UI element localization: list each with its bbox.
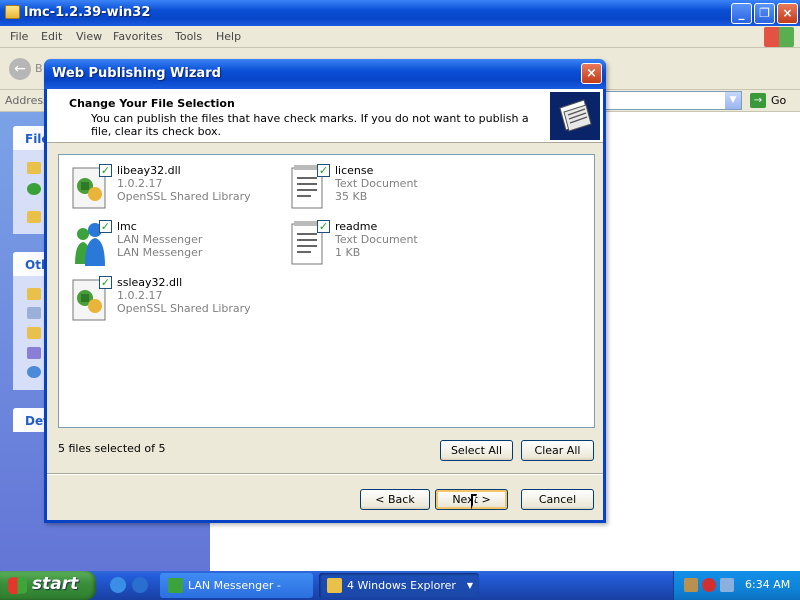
file-name: readme	[335, 220, 378, 233]
task-label: 4 Windows Explorer	[347, 579, 456, 592]
file-checkbox[interactable]: ✓	[99, 276, 112, 289]
menu-favorites[interactable]: Favorites	[113, 30, 163, 43]
dialog-title: Web Publishing Wizard	[52, 66, 221, 81]
computer-icon[interactable]	[27, 347, 41, 359]
list-item[interactable]: ✓ readme Text Document 1 KB	[289, 220, 499, 274]
back-button[interactable]: < Back	[360, 489, 430, 510]
file-version: 1.0.2.17	[117, 289, 163, 302]
list-item[interactable]: ✓ lmc LAN Messenger LAN Messenger	[71, 220, 281, 274]
minimize-button[interactable]: _	[731, 3, 752, 24]
dialog-titlebar[interactable]: Web Publishing Wizard ×	[44, 59, 606, 89]
clock[interactable]: 6:34 AM	[745, 578, 790, 591]
select-all-button[interactable]: Select All	[440, 440, 513, 461]
back-arrow-icon[interactable]: ←	[9, 58, 31, 80]
file-name: license	[335, 164, 374, 177]
file-version: LAN Messenger	[117, 233, 203, 246]
system-tray: 6:34 AM	[673, 571, 800, 600]
page-heading: Change Your File Selection	[69, 97, 235, 110]
back-label[interactable]: B	[35, 62, 43, 75]
file-checkbox[interactable]: ✓	[99, 220, 112, 233]
documents-icon[interactable]	[27, 307, 41, 319]
dialog-header: Change Your File Selection You can publi…	[47, 89, 603, 143]
network-icon[interactable]	[684, 578, 698, 592]
web-publishing-wizard-dialog: Web Publishing Wizard × Change Your File…	[44, 59, 606, 523]
list-item[interactable]: ✓ license Text Document 35 KB	[289, 164, 499, 218]
windows-logo-icon	[764, 27, 794, 47]
file-checkbox[interactable]: ✓	[317, 220, 330, 233]
task-windows-explorer[interactable]: 4 Windows Explorer ▼	[319, 573, 479, 598]
menu-bar: File Edit View Favorites Tools Help	[0, 26, 800, 48]
menu-edit[interactable]: Edit	[41, 30, 62, 43]
file-list[interactable]: ✓ libeay32.dll 1.0.2.17 OpenSSL Shared L…	[58, 154, 595, 428]
file-size: 35 KB	[335, 190, 368, 203]
start-button[interactable]: start	[0, 571, 96, 600]
page-description: You can publish the files that have chec…	[91, 112, 529, 138]
file-checkbox[interactable]: ✓	[99, 164, 112, 177]
explorer-titlebar[interactable]: lmc-1.2.39-win32 _ ❐ ×	[0, 0, 800, 26]
folder-icon[interactable]	[27, 288, 41, 300]
taskbar: start LAN Messenger - free... 4 Windows …	[0, 571, 800, 600]
security-shield-icon[interactable]	[702, 578, 716, 592]
close-icon[interactable]: ×	[581, 63, 602, 84]
volume-icon[interactable]	[720, 578, 734, 592]
go-arrow-icon[interactable]: →	[750, 93, 766, 108]
list-item[interactable]: ✓ libeay32.dll 1.0.2.17 OpenSSL Shared L…	[71, 164, 281, 218]
address-input[interactable]: ▼	[600, 91, 742, 110]
divider	[47, 473, 603, 475]
file-name: ssleay32.dll	[117, 276, 183, 289]
close-button[interactable]: ×	[777, 3, 798, 24]
list-item[interactable]: ✓ ssleay32.dll 1.0.2.17 OpenSSL Shared L…	[71, 276, 281, 330]
menu-file[interactable]: File	[10, 30, 28, 43]
folder-icon[interactable]	[27, 211, 41, 223]
maximize-button[interactable]: ❐	[754, 3, 775, 24]
file-description: LAN Messenger	[117, 246, 203, 259]
network-icon[interactable]	[27, 366, 41, 378]
folder-icon[interactable]	[27, 162, 41, 174]
menu-view[interactable]: View	[76, 30, 102, 43]
folder-icon[interactable]	[27, 327, 41, 339]
file-type: Text Document	[335, 233, 418, 246]
file-name: lmc	[117, 220, 137, 233]
cancel-button[interactable]: Cancel	[521, 489, 594, 510]
file-version: 1.0.2.17	[117, 177, 163, 190]
address-label: Address	[5, 94, 49, 107]
file-type: Text Document	[335, 177, 418, 190]
file-name: libeay32.dll	[117, 164, 181, 177]
printer-documents-icon	[550, 92, 600, 140]
file-description: OpenSSL Shared Library	[117, 190, 251, 203]
start-label: start	[32, 574, 79, 594]
explorer-title: lmc-1.2.39-win32	[24, 5, 151, 20]
windows-logo-icon	[8, 576, 27, 595]
chevron-down-icon[interactable]: ▼	[725, 92, 741, 109]
clear-all-button[interactable]: Clear All	[521, 440, 594, 461]
folder-icon	[5, 5, 20, 19]
task-label: LAN Messenger - free...	[188, 579, 281, 592]
go-button[interactable]: Go	[771, 94, 786, 107]
chevron-down-icon[interactable]: ▼	[467, 573, 473, 598]
selection-status: 5 files selected of 5	[58, 442, 166, 455]
publish-icon[interactable]	[27, 183, 41, 195]
folder-icon	[327, 578, 342, 593]
messenger-icon[interactable]	[132, 577, 148, 593]
file-size: 1 KB	[335, 246, 361, 259]
file-description: OpenSSL Shared Library	[117, 302, 251, 315]
file-checkbox[interactable]: ✓	[317, 164, 330, 177]
menu-tools[interactable]: Tools	[175, 30, 202, 43]
menu-help[interactable]: Help	[216, 30, 241, 43]
internet-explorer-icon[interactable]	[110, 577, 126, 593]
mouse-cursor-icon	[471, 494, 483, 510]
task-lan-messenger[interactable]: LAN Messenger - free...	[160, 573, 313, 598]
lan-messenger-icon	[168, 578, 183, 593]
